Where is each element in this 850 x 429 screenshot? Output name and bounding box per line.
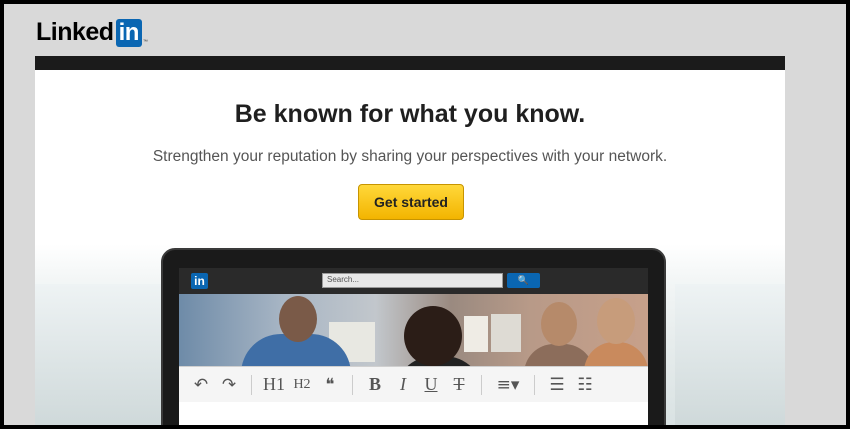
background-window-right	[675, 284, 785, 425]
undo-icon: ↶	[193, 374, 209, 395]
quote-icon: ❝	[325, 374, 335, 395]
strikethrough-icon: T	[453, 374, 465, 394]
page-frame: Linked in ™ Be known for what you know. …	[4, 4, 846, 425]
photo-poster	[464, 316, 488, 352]
bullet-list-icon: ☰	[549, 374, 565, 395]
hero-card: Be known for what you know. Strengthen y…	[35, 56, 785, 425]
photo-person-shape	[279, 296, 317, 342]
photo-person-shape	[404, 306, 462, 366]
bold-icon: B	[368, 374, 381, 394]
toolbar-divider	[481, 374, 482, 395]
logo-wordmark: Linked	[36, 18, 114, 46]
logo-in-box: in	[115, 19, 142, 47]
logo-trademark: ™	[142, 39, 148, 45]
laptop-screen: in Search... 🔍 ↶ ↷ H1 H2 ❝ B I U T ≡▾ ☰ …	[179, 268, 648, 425]
hero-headline: Be known for what you know.	[234, 100, 586, 128]
toolbar-divider	[352, 374, 353, 395]
mini-search-input: Search...	[322, 273, 503, 288]
toolbar-divider	[534, 374, 535, 395]
hero-subline: Strengthen your reputation by sharing yo…	[152, 148, 668, 165]
heading-2-icon: H2	[293, 376, 311, 392]
photo-poster	[491, 314, 521, 352]
italic-icon: I	[400, 374, 406, 394]
linkedin-logo[interactable]: Linked in ™	[36, 17, 148, 47]
redo-icon: ↷	[221, 374, 237, 395]
mini-linkedin-logo: in	[191, 273, 208, 289]
numbered-list-icon: ☷	[577, 374, 593, 395]
get-started-button[interactable]: Get started	[358, 184, 464, 220]
photo-person-shape	[597, 298, 635, 344]
underline-icon: U	[424, 374, 438, 394]
laptop-illustration: in Search... 🔍 ↶ ↷ H1 H2 ❝ B I U T ≡▾ ☰ …	[161, 248, 666, 425]
photo-person-shape	[541, 302, 577, 346]
card-top-bar	[35, 56, 785, 70]
editor-toolbar: ↶ ↷ H1 H2 ❝ B I U T ≡▾ ☰ ☷	[179, 366, 648, 402]
toolbar-divider	[251, 374, 252, 395]
app-header: in Search... 🔍	[179, 268, 648, 294]
search-icon: 🔍	[507, 273, 540, 288]
align-dropdown-icon: ≡▾	[496, 374, 520, 395]
background-window-left	[35, 284, 165, 425]
heading-1-icon: H1	[263, 374, 285, 394]
